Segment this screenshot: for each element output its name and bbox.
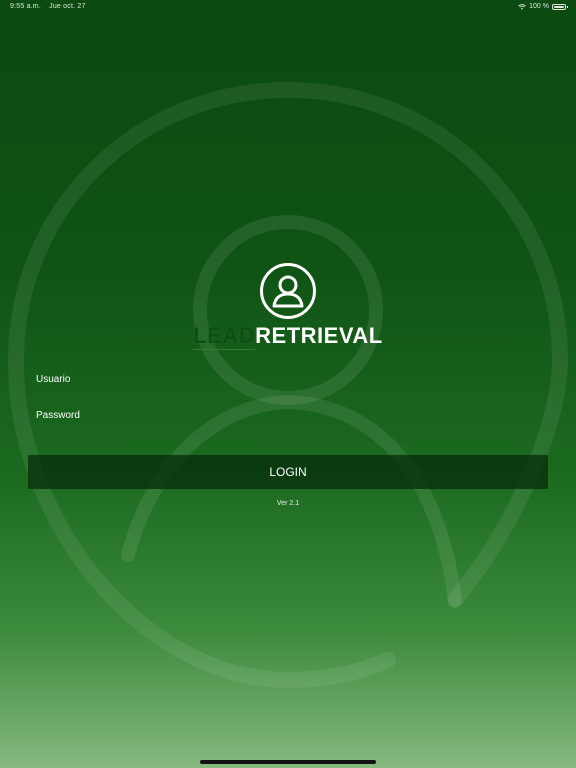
user-circle-icon [260,263,316,319]
username-input[interactable] [28,364,548,394]
username-field [28,364,548,394]
app-logo: LEADRETRIEVAL [0,262,576,348]
home-indicator[interactable] [200,760,376,764]
password-field [28,400,548,430]
logo-wordmark: LEADRETRIEVAL [0,324,576,348]
logo-word-lead: LEAD [193,323,256,348]
password-input[interactable] [28,400,548,430]
login-button[interactable]: LOGIN [28,455,548,489]
version-label: Ver 2.1 [276,500,300,507]
logo-word-retrieval: RETRIEVAL [255,323,383,348]
